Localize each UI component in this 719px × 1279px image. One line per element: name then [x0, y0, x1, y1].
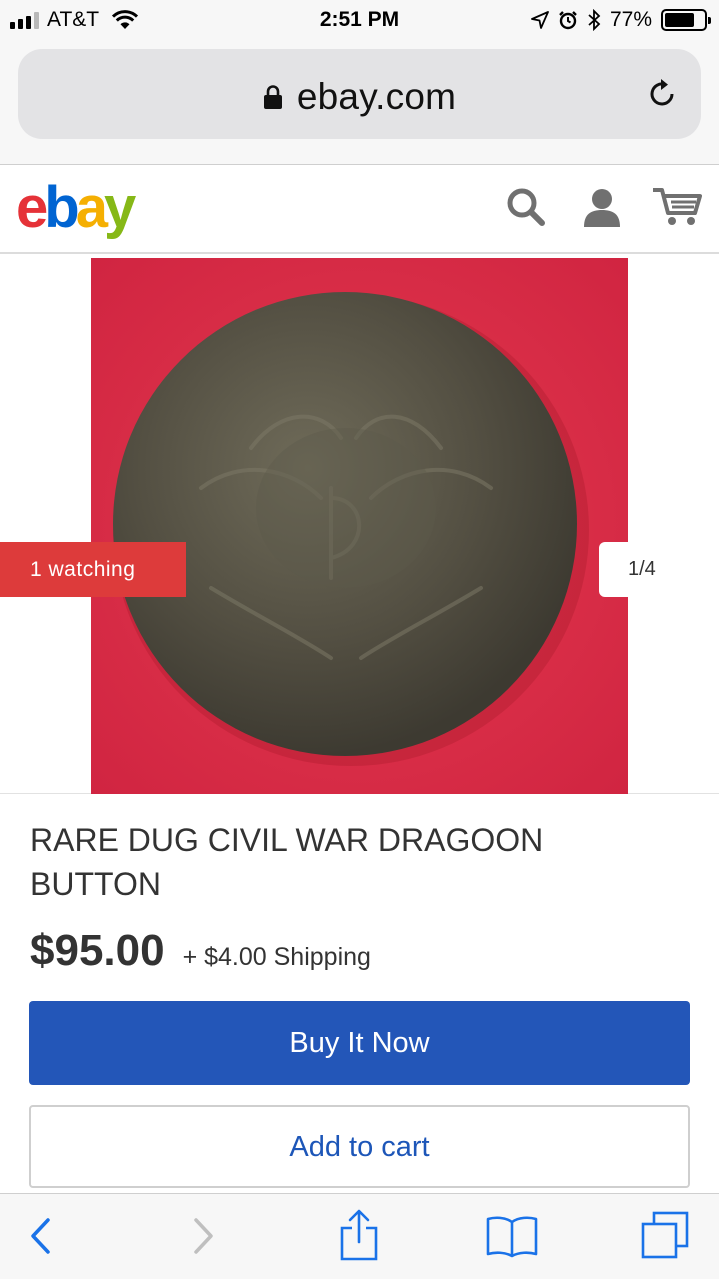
logo-letter-b: b: [44, 175, 79, 240]
search-icon[interactable]: [505, 186, 547, 228]
item-title: RARE DUG CIVIL WAR DRAGOON BUTTON: [30, 822, 544, 902]
alarm-icon: [559, 11, 577, 30]
image-gallery[interactable]: 1 watching 1/4: [0, 256, 719, 794]
share-icon[interactable]: [339, 1208, 379, 1262]
battery-percent: 77%: [609, 8, 652, 31]
account-icon[interactable]: [581, 186, 623, 228]
logo-letter-a: a: [75, 175, 108, 240]
shipping-cost: + $4.00 Shipping: [182, 943, 371, 971]
browser-chrome: ebay.com: [0, 40, 719, 165]
bluetooth-icon: [588, 9, 601, 31]
buy-it-now-button[interactable]: Buy It Now: [29, 1001, 690, 1085]
address-content[interactable]: ebay.com: [18, 76, 701, 118]
price-row: $95.00 + $4.00 Shipping: [30, 926, 371, 976]
status-right: 77%: [531, 7, 711, 33]
battery-level: [665, 13, 695, 27]
site-header: ebay: [0, 166, 719, 254]
logo-letter-y: y: [103, 175, 136, 240]
status-bar: AT&T 2:51 PM 77%: [0, 0, 719, 40]
tabs-icon[interactable]: [640, 1210, 690, 1260]
location-arrow-icon: [531, 11, 549, 29]
ebay-logo[interactable]: ebay: [16, 175, 136, 240]
image-counter: 1/4: [599, 542, 719, 597]
battery-cap: [708, 17, 711, 24]
address-bar[interactable]: ebay.com: [18, 49, 701, 139]
reload-icon[interactable]: [647, 77, 679, 111]
lock-icon: [263, 85, 282, 109]
cart-icon[interactable]: [651, 186, 703, 228]
watching-badge: 1 watching: [0, 542, 186, 597]
item-photo-button[interactable]: [91, 258, 628, 794]
add-to-cart-button[interactable]: Add to cart: [29, 1105, 690, 1188]
battery-icon: [661, 9, 711, 31]
url-text[interactable]: ebay.com: [297, 76, 456, 118]
back-icon[interactable]: [28, 1212, 54, 1260]
logo-letter-e: e: [16, 175, 48, 240]
forward-icon[interactable]: [190, 1212, 216, 1260]
item-price: $95.00: [30, 926, 165, 975]
browser-toolbar: [0, 1193, 719, 1279]
bookmarks-icon[interactable]: [485, 1214, 539, 1258]
